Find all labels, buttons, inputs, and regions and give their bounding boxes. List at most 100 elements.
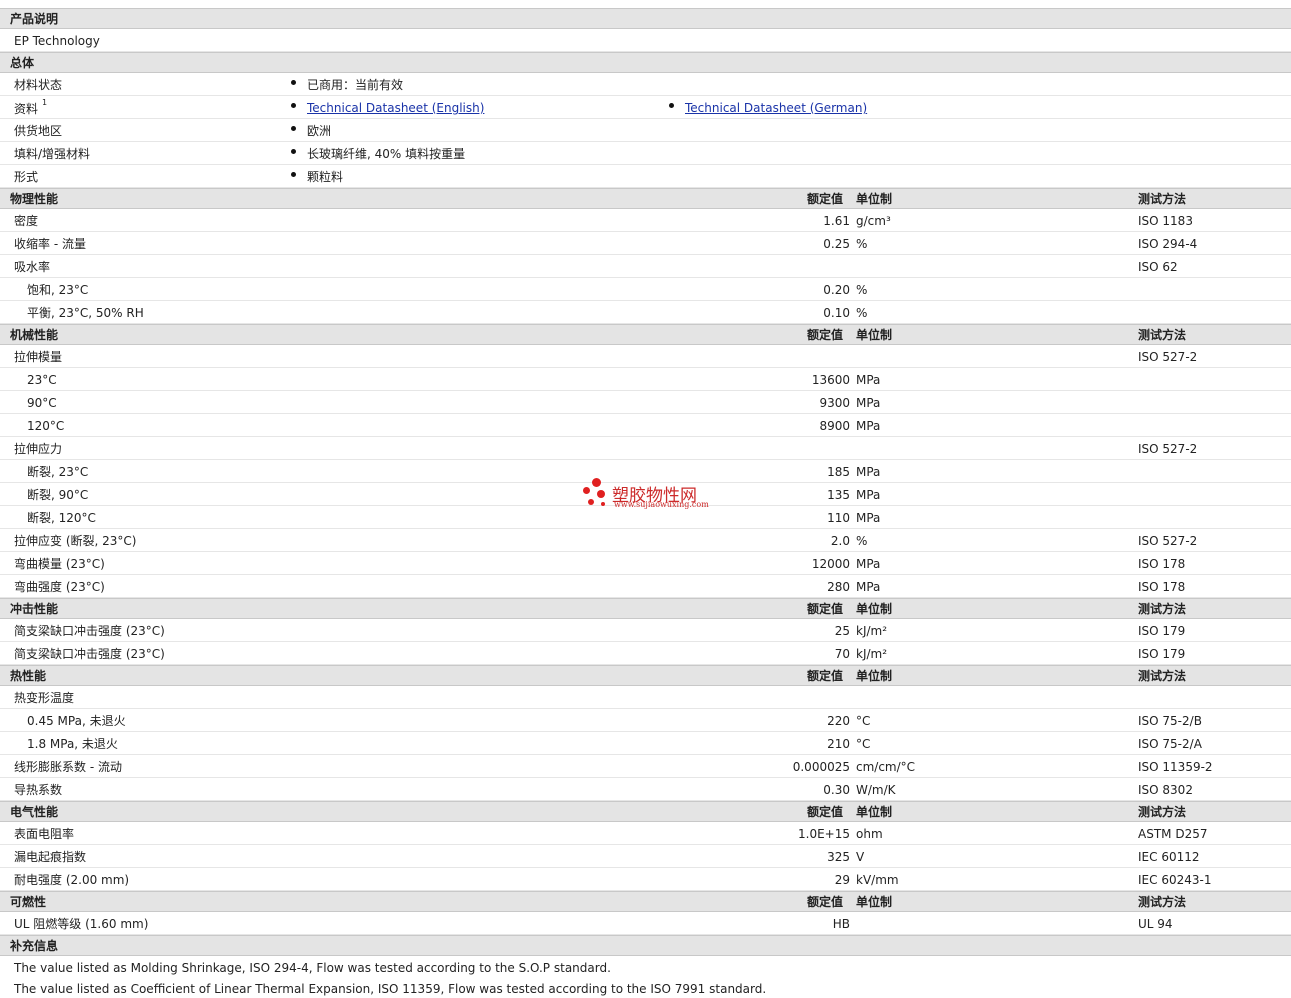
table-row: 表面电阻率 1.0E+15 ohm ASTM D257 [0,822,1291,845]
table-row: EP Technology [0,29,1291,52]
property-unit: g/cm³ [856,214,891,228]
section-title: 产品说明 [10,12,59,26]
table-row: 拉伸应变 (断裂, 23°C) 2.0% ISO 527-2 [0,529,1291,552]
property-value: 0.30 [823,783,850,797]
property-info: 已商用：当前有效 [307,78,404,92]
property-name: 表面电阻率 [14,827,75,841]
table-row: 0.45 MPa, 未退火 220 °C ISO 75-2/B [0,709,1291,732]
property-value: 2.0 [830,534,850,548]
property-value: 0.20 [823,283,850,297]
property-value: 185 [827,465,850,479]
column-header-value: 额定值 [807,328,844,342]
property-test-method: ISO 527-2 [1138,442,1198,456]
column-header-unit: 单位制 [856,328,893,342]
property-name: 23°C [27,373,57,387]
property-value: 280 [827,580,850,594]
column-header-value: 额定值 [807,602,844,616]
property-name: 资料 1 [14,98,48,116]
datasheet-link-german[interactable]: Technical Datasheet (German) [685,102,867,114]
datasheet-link-english[interactable]: Technical Datasheet (English) [307,102,484,114]
bullet-icon [291,126,296,131]
table-row: 饱和, 23°C 0.20% [0,278,1291,301]
table-row: 漏电起痕指数 325 V IEC 60112 [0,845,1291,868]
property-name: 简支梁缺口冲击强度 (23°C) [14,647,165,661]
property-unit: % [856,534,868,548]
property-value: 13600 [811,373,850,387]
table-row: 平衡, 23°C, 50% RH 0.10% [0,301,1291,324]
property-unit: kV/mm [856,873,899,887]
table-row: UL 阻燃等级 (1.60 mm) HB UL 94 [0,912,1291,935]
property-name: 弯曲模量 (23°C) [14,557,105,571]
property-test-method: ISO 179 [1138,624,1186,638]
property-name: 导热系数 [14,783,63,797]
section-title: 电气性能 [10,805,59,819]
product-description: EP Technology [14,34,100,48]
property-value: HB [832,917,850,931]
property-unit: kJ/m² [856,624,888,638]
property-unit: MPa [856,373,881,387]
property-value: 220 [827,714,850,728]
table-row: 填料/增强材料 长玻璃纤维, 40% 填料按重量 [0,142,1291,165]
table-row: 23°C 13600 MPa [0,368,1291,391]
section-header: 物理性能 额定值 单位制 测试方法 [0,188,1291,209]
property-value: 0.10 [823,306,850,320]
column-header-test: 测试方法 [1138,192,1187,206]
property-value: 8900 [819,419,850,433]
property-unit: % [856,306,868,320]
property-name: 平衡, 23°C, 50% RH [27,306,144,320]
property-info: 颗粒料 [307,170,344,184]
section-header: 总体 [0,52,1291,73]
bullet-icon [291,172,296,177]
section-title: 总体 [10,56,35,70]
column-header-test: 测试方法 [1138,328,1187,342]
bullet-icon [669,103,674,108]
table-row: 形式 颗粒料 [0,165,1291,188]
property-name: 简支梁缺口冲击强度 (23°C) [14,624,165,638]
column-header-unit: 单位制 [856,805,893,819]
property-value: 210 [827,737,850,751]
footnote-marker: 1 [42,98,48,107]
table-row: 耐电强度 (2.00 mm) 29 kV/mm IEC 60243-1 [0,868,1291,891]
property-name: 120°C [27,419,65,433]
property-name: 密度 [14,214,39,228]
section-header: 电气性能 额定值 单位制 测试方法 [0,801,1291,822]
watermark-dots-icon [582,478,608,508]
table-row: 弯曲模量 (23°C) 12000 MPa ISO 178 [0,552,1291,575]
property-unit: ohm [856,827,883,841]
section-title: 热性能 [10,669,47,683]
section-title: 冲击性能 [10,602,59,616]
property-name: 耐电强度 (2.00 mm) [14,873,130,887]
property-value: 1.61 [823,214,850,228]
bullet-icon [291,149,296,154]
section-title: 机械性能 [10,328,59,342]
property-unit: MPa [856,488,881,502]
property-name: 形式 [14,170,39,184]
section-header: 产品说明 [0,8,1291,29]
section-title: 补充信息 [10,939,59,953]
column-header-value: 额定值 [807,192,844,206]
property-test-method: ISO 178 [1138,557,1186,571]
property-name: 材料状态 [14,78,63,92]
note-text: The value listed as Molding Shrinkage, I… [14,961,611,975]
property-name: 断裂, 90°C [27,488,89,502]
table-row: 90°C 9300 MPa [0,391,1291,414]
column-header-unit: 单位制 [856,895,893,909]
column-header-unit: 单位制 [856,192,893,206]
section-header: 冲击性能 额定值 单位制 测试方法 [0,598,1291,619]
property-name: 拉伸模量 [14,350,63,364]
property-test-method: ISO 62 [1138,260,1178,274]
property-test-method: ISO 179 [1138,647,1186,661]
property-unit: MPa [856,465,881,479]
property-value: 0.000025 [792,760,850,774]
property-test-method: ISO 8302 [1138,783,1193,797]
property-unit: MPa [856,557,881,571]
column-header-test: 测试方法 [1138,895,1187,909]
property-value: 110 [827,511,850,525]
column-header-unit: 单位制 [856,669,893,683]
column-header-value: 额定值 [807,805,844,819]
table-row: 资料 1 Technical Datasheet (English) Technica… [0,96,1291,119]
property-test-method: ISO 75-2/A [1138,737,1202,751]
property-unit: °C [856,714,871,728]
property-name: 漏电起痕指数 [14,850,87,864]
property-test-method: ISO 1183 [1138,214,1193,228]
